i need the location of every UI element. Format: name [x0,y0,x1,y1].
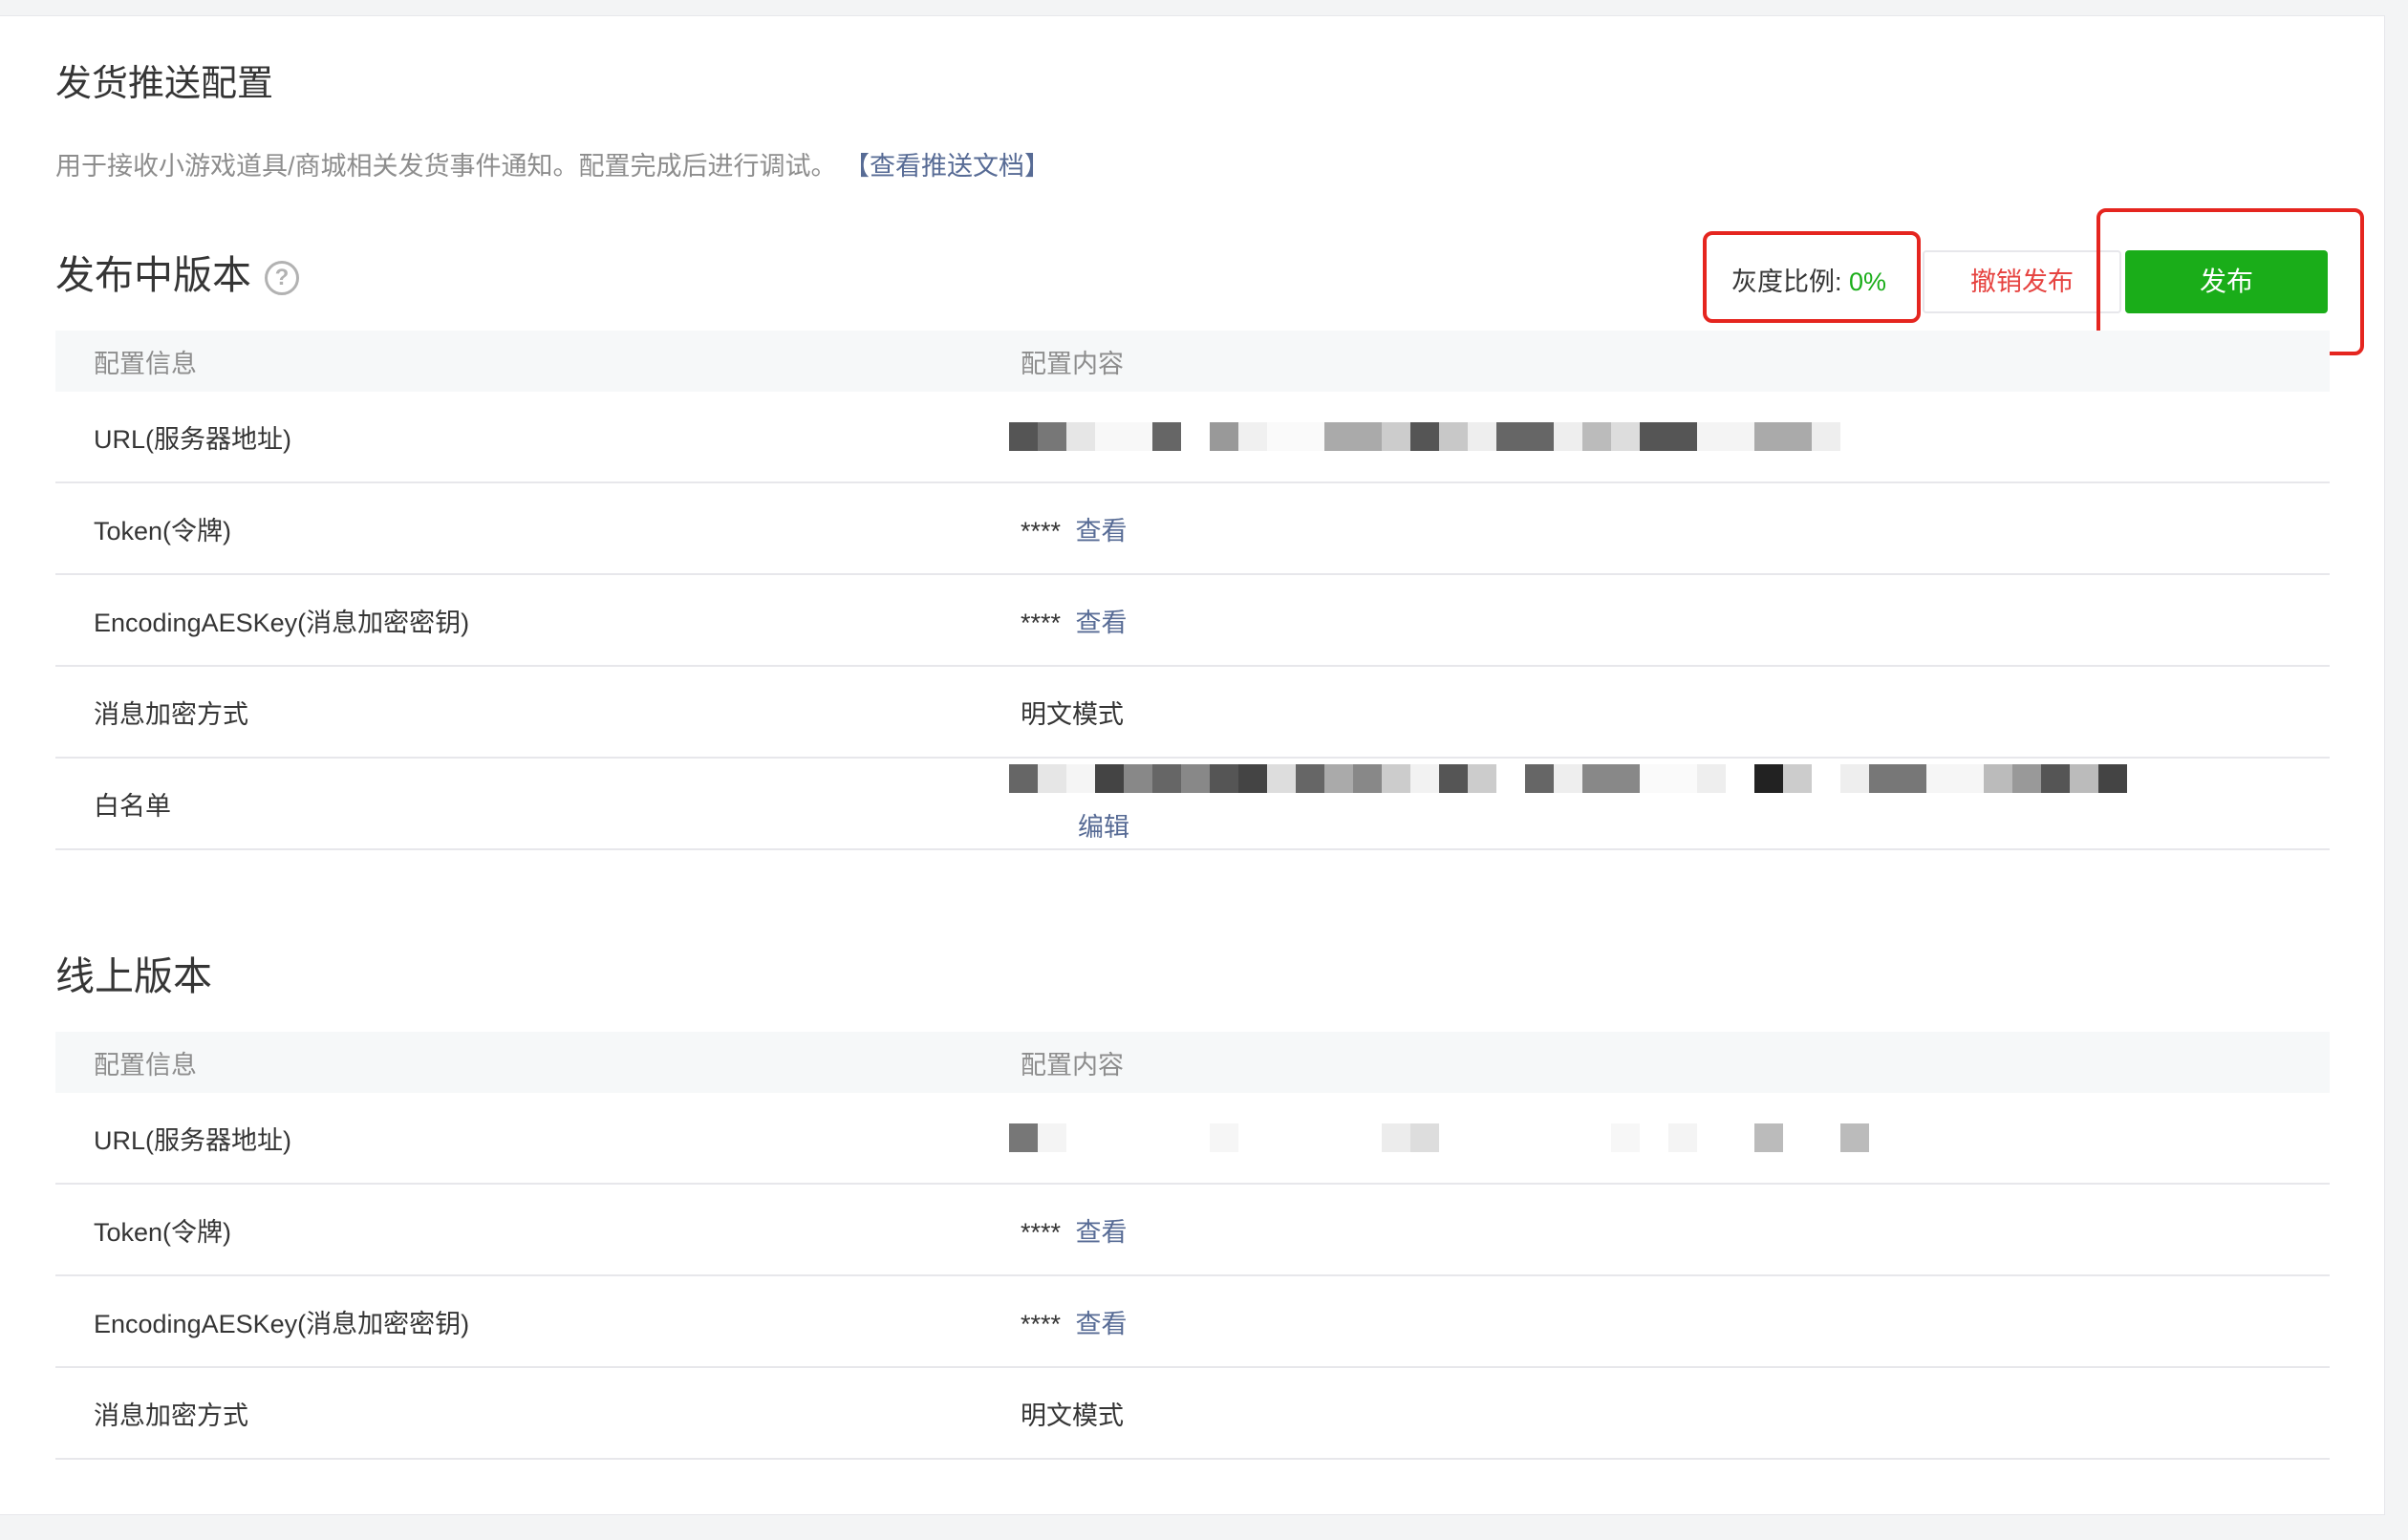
table-row-aes-key: EncodingAESKey(消息加密密钥) **** 查看 [55,1275,2330,1368]
redacted-mosaic [1009,763,2330,793]
online-section-title: 线上版本 [55,948,212,1005]
table-row-token: Token(令牌) **** 查看 [55,482,2330,575]
publishing-title-text: 发布中版本 [55,253,251,297]
aes-mask: **** [1021,1309,1062,1338]
question-circle-icon[interactable]: ? [265,261,299,295]
token-view-link[interactable]: 查看 [1076,517,1128,545]
gray-ratio: 灰度比例: 0% [1731,250,1886,313]
description-text: 用于接收小游戏道具/商城相关发货事件通知。配置完成后进行调试。 [55,152,837,181]
whitelist-edit-link[interactable]: 编辑 [1078,806,1129,844]
gray-ratio-value: 0% [1849,267,1887,296]
table-row-whitelist: 白名单 编辑 [55,758,2330,850]
column-header-content: 配置内容 [1021,1032,2330,1093]
revoke-publish-button[interactable]: 撤销发布 [1923,250,2121,313]
table-row-token: Token(令牌) **** 查看 [55,1184,2330,1276]
url-value-redacted [1009,392,2330,483]
row-label: EncodingAESKey(消息加密密钥) [55,574,1021,667]
aes-value-cell: **** 查看 [1021,1275,2330,1368]
column-header-info: 配置信息 [55,1032,1021,1093]
table-row-aes-key: EncodingAESKey(消息加密密钥) **** 查看 [55,574,2330,667]
table-header-row: 配置信息 配置内容 [55,331,2330,392]
row-label: 消息加密方式 [55,666,1021,759]
column-header-content: 配置内容 [1021,331,2330,392]
row-label: 消息加密方式 [55,1367,1021,1460]
gray-ratio-label: 灰度比例: [1731,267,1842,296]
encrypt-mode-value: 明文模式 [1021,666,2330,759]
encrypt-mode-value: 明文模式 [1021,1367,2330,1460]
aes-view-link[interactable]: 查看 [1076,1310,1128,1338]
publishing-section-title: 发布中版本 ? [55,246,299,304]
row-label: 白名单 [55,758,1021,850]
page-title: 发货推送配置 [55,64,274,104]
table-header-row: 配置信息 配置内容 [55,1032,2330,1093]
token-value-cell: **** 查看 [1021,482,2330,575]
redacted-mosaic [1009,1123,2330,1152]
column-header-info: 配置信息 [55,331,1021,392]
row-label: EncodingAESKey(消息加密密钥) [55,1275,1021,1368]
whitelist-cell: 编辑 [1009,758,2330,850]
online-config-table: 配置信息 配置内容 URL(服务器地址) Token(令牌) **** 查看 E… [55,1032,2330,1460]
redacted-mosaic [1009,422,2330,451]
table-row-encrypt-mode: 消息加密方式 明文模式 [55,1367,2330,1460]
publish-button[interactable]: 发布 [2125,250,2328,313]
table-row-url: URL(服务器地址) [55,392,2330,483]
row-label: Token(令牌) [55,1184,1021,1276]
publishing-config-table: 配置信息 配置内容 URL(服务器地址) Token(令牌) **** 查看 E… [55,331,2330,850]
token-value-cell: **** 查看 [1021,1184,2330,1276]
row-label: Token(令牌) [55,482,1021,575]
row-label: URL(服务器地址) [55,1093,1021,1185]
page-description: 用于接收小游戏道具/商城相关发货事件通知。配置完成后进行调试。 【查看推送文档】 [55,145,1050,187]
aes-mask: **** [1021,608,1062,637]
aes-view-link[interactable]: 查看 [1076,609,1128,637]
push-doc-link[interactable]: 【查看推送文档】 [844,152,1050,181]
online-title-text: 线上版本 [55,954,212,998]
url-value-redacted [1009,1093,2330,1185]
table-row-encrypt-mode: 消息加密方式 明文模式 [55,666,2330,759]
row-label: URL(服务器地址) [55,392,1021,483]
token-mask: **** [1021,1217,1062,1247]
table-row-url: URL(服务器地址) [55,1093,2330,1185]
aes-value-cell: **** 查看 [1021,574,2330,667]
token-mask: **** [1021,516,1062,545]
token-view-link[interactable]: 查看 [1076,1218,1128,1247]
